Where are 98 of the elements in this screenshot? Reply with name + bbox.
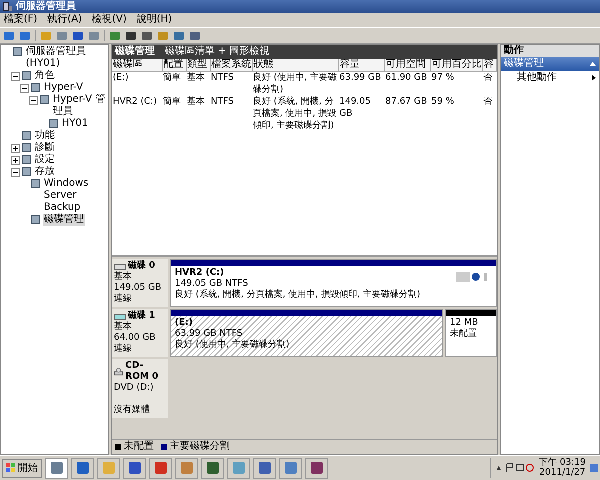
tree-item[interactable]: Windows Server Backup: [43, 178, 108, 214]
actions-section-header[interactable]: 磁碟管理: [501, 57, 599, 71]
tree-node-icon: [31, 83, 41, 93]
table-cell: 61.90 GB: [384, 72, 430, 96]
tree-node-icon: [31, 179, 41, 189]
table-cell: (E:): [112, 72, 162, 96]
tree-item[interactable]: 設定: [34, 154, 56, 166]
table-cell: 良好 (使用中, 主要磁碟分割): [252, 72, 338, 96]
column-header[interactable]: 可用百分比: [430, 59, 482, 72]
menu-item[interactable]: 檔案(F): [4, 14, 38, 26]
legend-label: 未配置: [124, 441, 154, 453]
disk-name: 磁碟 1: [128, 311, 156, 322]
table-cell: 簡單: [162, 72, 186, 96]
tray-icons-drawing[interactable]: [495, 463, 536, 473]
tree-item[interactable]: 存放: [34, 166, 56, 178]
table-cell-text: 否: [482, 96, 494, 109]
disk-info: 連線: [114, 344, 133, 355]
table-cell: NTFS: [210, 72, 252, 96]
tree-node-icon: [40, 95, 50, 105]
partition-icons-drawing: [456, 272, 490, 282]
four-squares-icon: [6, 463, 16, 473]
table-cell: 97 %: [430, 72, 482, 96]
tree-node-icon: [49, 119, 59, 129]
table-cell-text: 基本: [186, 96, 206, 109]
view-label: 磁碟區清單 + 圖形檢視: [165, 46, 270, 58]
action-item[interactable]: 其他動作: [501, 71, 599, 85]
taskbar-button[interactable]: [201, 458, 224, 478]
table-cell-text: 良好 (系統, 開機, 分頁檔案, 使用中, 損毀傾印, 主要磁碟分割): [252, 96, 338, 132]
table-cell-text: 59 %: [430, 96, 456, 109]
taskbar-button[interactable]: [123, 458, 146, 478]
expander-icon[interactable]: [11, 156, 20, 165]
disk-name: 磁碟 0: [128, 261, 156, 272]
taskbar-button[interactable]: [253, 458, 276, 478]
table-cell-text: 簡單: [162, 96, 182, 109]
partition-title: HVR2 (C:): [175, 268, 224, 279]
start-button[interactable]: 開始: [2, 458, 42, 478]
tree-item[interactable]: 伺服器管理員 (HY01): [25, 46, 108, 70]
clock[interactable]: 下午 03:19 2011/1/27: [539, 458, 586, 478]
partition-status: 良好 (使用中, 主要磁碟分割): [175, 340, 291, 351]
column-header[interactable]: 磁碟區: [112, 59, 162, 72]
menu-item[interactable]: 檢視(V): [92, 14, 127, 26]
tree-item[interactable]: 診斷: [34, 142, 56, 154]
taskbar-button[interactable]: [305, 458, 328, 478]
expander-icon[interactable]: [29, 96, 38, 105]
tree-item[interactable]: Hyper-V: [43, 82, 84, 94]
partition-title: (E:): [175, 318, 193, 329]
disk-info: DVD (D:): [114, 383, 155, 394]
menu-item[interactable]: 執行(A): [48, 14, 82, 26]
table-cell-text: 87.67 GB: [384, 96, 428, 109]
tree-node-icon: [13, 47, 23, 57]
tree-node-icon: [22, 131, 32, 141]
expander-icon[interactable]: [11, 168, 20, 177]
partition-block[interactable]: HVR2 (C:) 149.05 GB NTFS 良好 (系統, 開機, 分頁檔案, 使用中, 損毀傾印, 主要磁碟分割): [170, 259, 497, 307]
panel-title: 磁碟管理: [115, 46, 155, 58]
table-cell-text: NTFS: [210, 96, 235, 109]
taskbar-button[interactable]: [149, 458, 172, 478]
column-header[interactable]: 配置: [162, 59, 186, 72]
tree-node-icon: [22, 71, 32, 81]
partition-size: 12 MB: [450, 318, 480, 328]
column-header[interactable]: 狀態: [252, 59, 338, 72]
tree-item[interactable]: Hyper-V 管理員: [52, 94, 108, 118]
partition-status: 未配置: [450, 329, 478, 340]
disk-info: 連線: [114, 294, 133, 305]
actions-title: 動作: [501, 45, 599, 57]
disk-info: 沒有媒體: [114, 405, 151, 416]
window-title: 伺服器管理員: [16, 0, 76, 12]
table-cell: 否: [482, 72, 496, 96]
table-cell-text: HVR2 (C:): [112, 96, 158, 109]
taskbar-button[interactable]: [71, 458, 94, 478]
table-cell: 基本: [186, 72, 210, 96]
tree-node-icon: [22, 155, 32, 165]
tree-node-icon: [31, 215, 41, 225]
tree-item[interactable]: 功能: [34, 130, 56, 142]
disk-info: 基本: [114, 322, 133, 333]
menu-item[interactable]: 說明(H): [136, 14, 172, 26]
tree-node-icon: [22, 167, 32, 177]
partition-size: 149.05 GB NTFS: [175, 279, 250, 290]
disk-name: CD-ROM 0: [126, 361, 160, 383]
taskbar-button[interactable]: [45, 458, 68, 478]
expander-icon[interactable]: [11, 72, 20, 81]
disk-info: 149.05 GB: [114, 283, 163, 294]
taskbar-button[interactable]: [279, 458, 302, 478]
legend-label: 主要磁碟分割: [170, 441, 230, 453]
expander-icon[interactable]: [20, 84, 29, 93]
tree-node-icon: [22, 143, 32, 153]
tree-item[interactable]: 角色: [34, 70, 56, 82]
table-cell: 63.99 GB: [338, 72, 384, 96]
tree-item[interactable]: HY01: [61, 118, 90, 130]
partition-status: 良好 (系統, 開機, 分頁檔案, 使用中, 損毀傾印, 主要磁碟分割): [175, 290, 422, 301]
partition-size: 63.99 GB NTFS: [175, 329, 244, 340]
tree-item[interactable]: 磁碟管理: [43, 214, 85, 226]
partition-block[interactable]: 12 MB 未配置: [445, 309, 497, 357]
partition-block[interactable]: (E:) 63.99 GB NTFS 良好 (使用中, 主要磁碟分割): [170, 309, 443, 357]
disk-info: 基本: [114, 272, 133, 283]
expander-icon[interactable]: [11, 144, 20, 153]
column-header[interactable]: 類型: [186, 59, 210, 72]
disk-info: 64.00 GB: [114, 333, 157, 344]
table-cell-text: 149.05 GB: [338, 96, 372, 121]
